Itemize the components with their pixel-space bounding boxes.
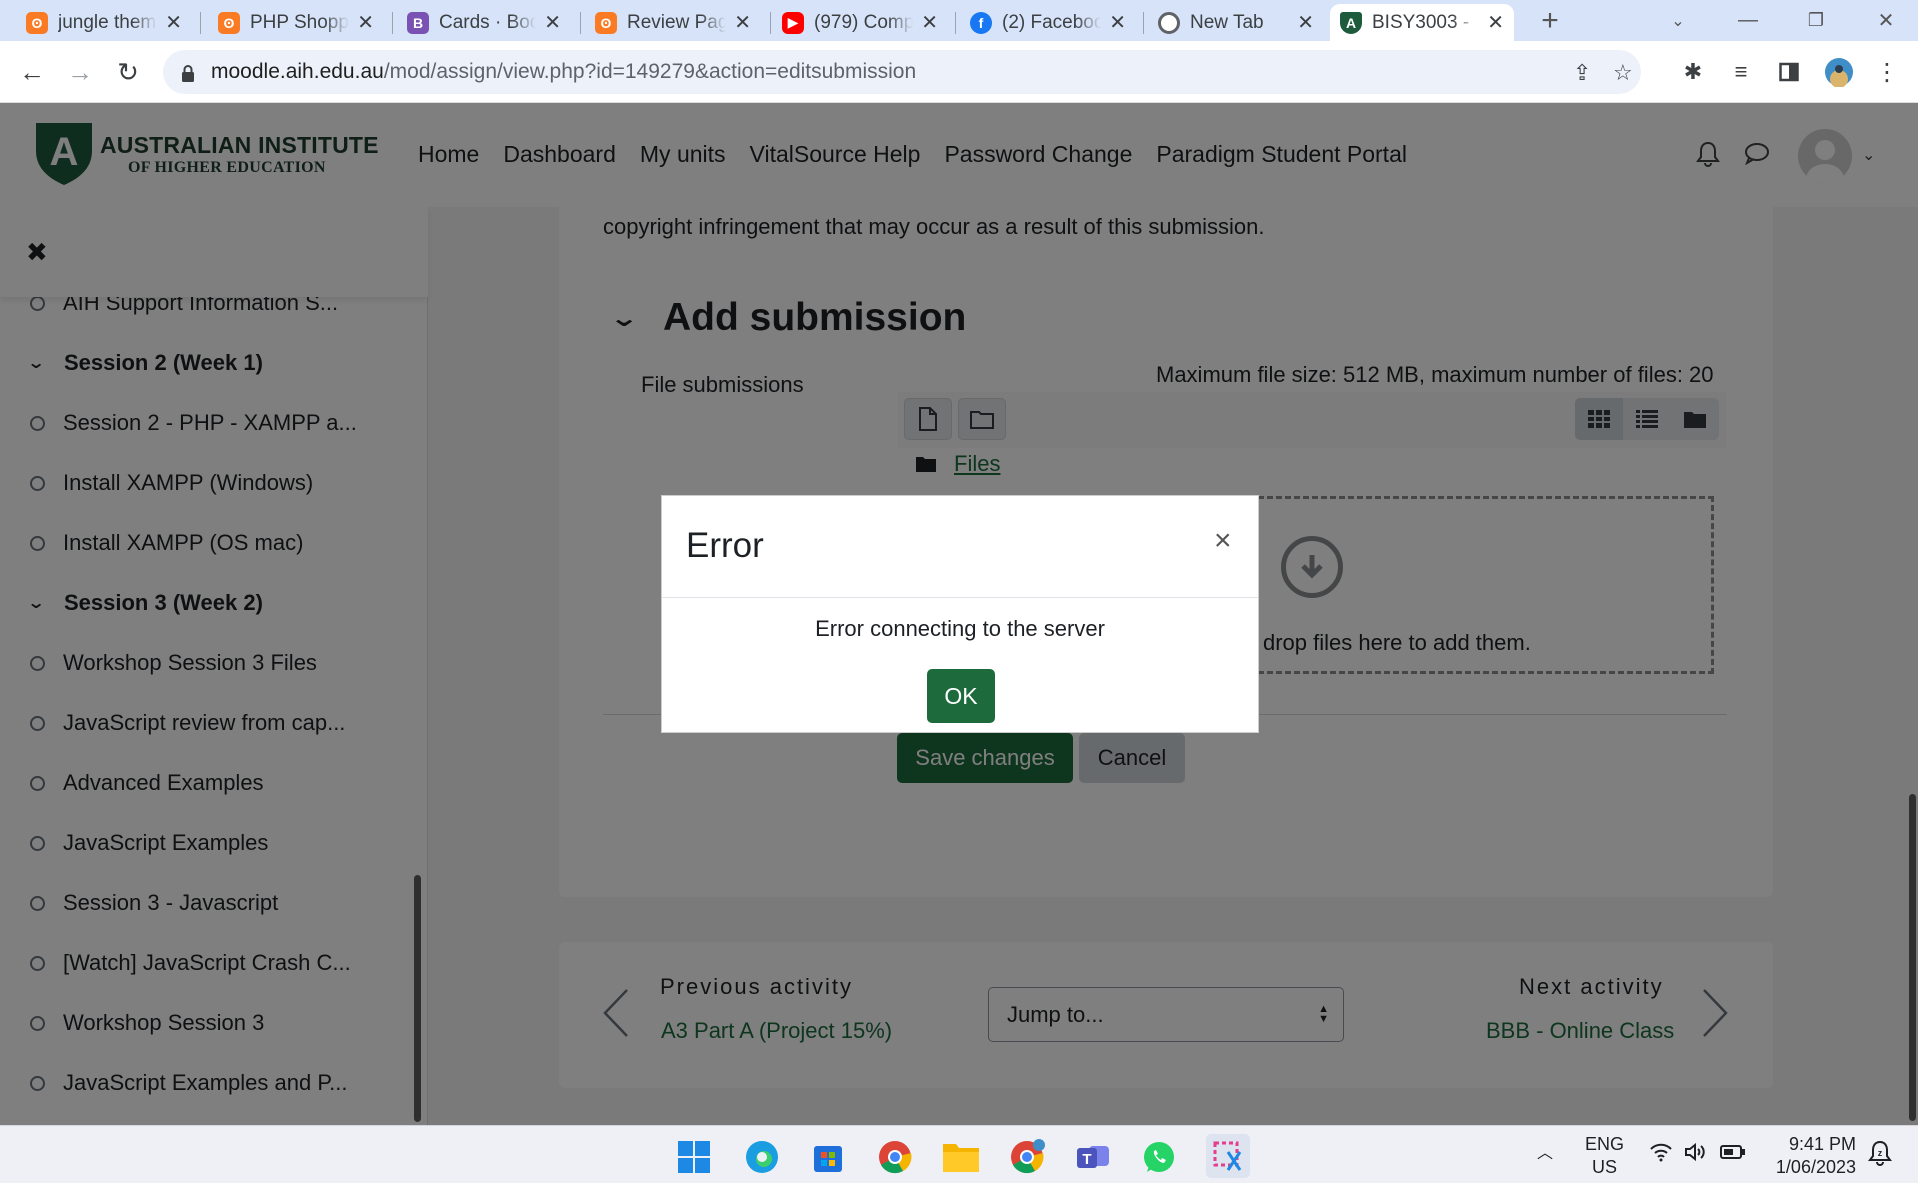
- close-icon[interactable]: ×: [1214, 524, 1232, 558]
- xampp-icon: ʘ: [595, 11, 617, 34]
- chrome-menu-icon[interactable]: ⋮: [1870, 55, 1904, 89]
- dialog-divider: [662, 597, 1258, 598]
- language-indicator[interactable]: ENG US: [1585, 1133, 1624, 1179]
- microsoft-store-icon[interactable]: [809, 1138, 847, 1176]
- wifi-icon[interactable]: [1649, 1142, 1673, 1168]
- windows-start-icon[interactable]: [675, 1138, 713, 1176]
- tab-divider: [580, 12, 581, 34]
- browser-tab[interactable]: ʘ jungle theme ✕: [16, 4, 192, 41]
- share-icon[interactable]: ⇪: [1573, 60, 1591, 86]
- browser-toolbar: ← → ↻ moodle.aih.edu.au/mod/assign/view.…: [0, 41, 1918, 103]
- side-panel-icon[interactable]: [1772, 55, 1806, 89]
- restore-button[interactable]: ❐: [1786, 0, 1846, 41]
- minimize-button[interactable]: —: [1718, 0, 1778, 41]
- edge-icon[interactable]: [743, 1138, 781, 1176]
- teams-icon[interactable]: T: [1074, 1138, 1112, 1176]
- new-tab-button[interactable]: +: [1520, 0, 1580, 41]
- address-bar[interactable]: moodle.aih.edu.au/mod/assign/view.php?id…: [163, 50, 1641, 94]
- close-tab-icon[interactable]: ✕: [921, 10, 938, 35]
- aih-icon: A: [1340, 11, 1362, 34]
- xampp-icon: ʘ: [218, 11, 240, 34]
- battery-icon[interactable]: [1720, 1143, 1746, 1167]
- tab-divider: [1143, 12, 1144, 34]
- whatsapp-icon[interactable]: [1140, 1138, 1178, 1176]
- svg-text:z: z: [1878, 1148, 1883, 1158]
- browser-tab[interactable]: B Cards · Bootstrap ✕: [397, 4, 571, 41]
- dialog-title: Error: [686, 526, 764, 565]
- reload-icon[interactable]: ↻: [110, 54, 146, 90]
- youtube-icon: ▶: [782, 11, 804, 34]
- error-dialog: Error × Error connecting to the server O…: [661, 495, 1259, 733]
- browser-tab[interactable]: ʘ Review Page ✕: [585, 4, 761, 41]
- close-tab-icon[interactable]: ✕: [357, 10, 374, 35]
- language-code: ENG: [1585, 1134, 1625, 1154]
- browser-tab[interactable]: ▶ (979) Complete ✕: [772, 4, 948, 41]
- tab-title: jungle theme: [58, 11, 158, 33]
- close-tab-icon[interactable]: ✕: [734, 10, 751, 35]
- tab-title: Review Page: [627, 11, 727, 33]
- close-tab-icon[interactable]: ✕: [1297, 10, 1314, 35]
- url-path: /mod/assign/view.php?id=149279&action=ed…: [383, 60, 917, 83]
- tab-title: Cards · Bootstrap: [439, 11, 537, 33]
- close-tab-icon[interactable]: ✕: [544, 10, 561, 35]
- tab-title: BISY3003 -: [1372, 11, 1470, 33]
- volume-icon[interactable]: [1684, 1142, 1708, 1168]
- tab-title: New Tab: [1190, 11, 1264, 33]
- tab-divider: [955, 12, 956, 34]
- url-host: moodle.aih.edu.au: [211, 60, 384, 83]
- clock-time: 9:41 PM: [1788, 1134, 1856, 1154]
- bootstrap-icon: B: [407, 11, 429, 34]
- show-hidden-icons-chevron-icon[interactable]: ︿: [1537, 1142, 1553, 1165]
- profile-avatar-icon[interactable]: [1822, 55, 1856, 89]
- close-tab-icon[interactable]: ✕: [1487, 10, 1504, 35]
- close-tab-icon[interactable]: ✕: [1109, 10, 1126, 35]
- bookmark-star-icon[interactable]: ☆: [1613, 60, 1633, 86]
- ok-button[interactable]: OK: [927, 669, 995, 723]
- lock-icon[interactable]: [181, 64, 195, 82]
- chrome-icon[interactable]: [876, 1138, 914, 1176]
- xampp-icon: ʘ: [26, 11, 48, 34]
- tab-title: (2) Facebook: [1002, 11, 1102, 33]
- forward-icon[interactable]: →: [62, 54, 98, 90]
- clock[interactable]: 9:41 PM 1/06/2023: [1770, 1133, 1856, 1179]
- snipping-tool-icon[interactable]: [1206, 1134, 1250, 1178]
- browser-tab-active[interactable]: A BISY3003 - ✕: [1330, 4, 1514, 41]
- tab-search-icon[interactable]: ⌄: [1648, 0, 1708, 41]
- back-icon[interactable]: ←: [14, 54, 50, 90]
- browser-tab-strip: ʘ jungle theme ✕ ʘ PHP Shopping ✕ B Card…: [0, 0, 1918, 41]
- windows-taskbar: T ︿ ENG US 9:41 PM 1/06/2023 z: [0, 1125, 1918, 1183]
- tab-divider: [392, 12, 393, 34]
- notification-center-icon[interactable]: z: [1868, 1140, 1892, 1172]
- facebook-icon: f: [970, 11, 992, 34]
- browser-tab[interactable]: New Tab ✕: [1148, 4, 1324, 41]
- tab-divider: [200, 12, 201, 34]
- tab-title: (979) Complete: [814, 11, 914, 33]
- dialog-message: Error connecting to the server: [815, 616, 1105, 641]
- close-window-button[interactable]: ✕: [1856, 0, 1916, 41]
- tab-divider: [770, 12, 771, 34]
- browser-tab[interactable]: ʘ PHP Shopping ✕: [208, 4, 384, 41]
- media-controls-icon[interactable]: ≡: [1724, 55, 1758, 89]
- chrome-profile-icon[interactable]: [1008, 1138, 1046, 1176]
- close-tab-icon[interactable]: ✕: [165, 10, 182, 35]
- svg-text:T: T: [1082, 1151, 1091, 1168]
- chrome-icon: [1158, 11, 1180, 34]
- extensions-icon[interactable]: ✱: [1676, 55, 1710, 89]
- file-explorer-icon[interactable]: [942, 1138, 980, 1176]
- tab-title: PHP Shopping: [250, 11, 349, 33]
- browser-tab[interactable]: f (2) Facebook ✕: [960, 4, 1136, 41]
- clock-date: 1/06/2023: [1775, 1157, 1856, 1177]
- region-code: US: [1592, 1157, 1618, 1177]
